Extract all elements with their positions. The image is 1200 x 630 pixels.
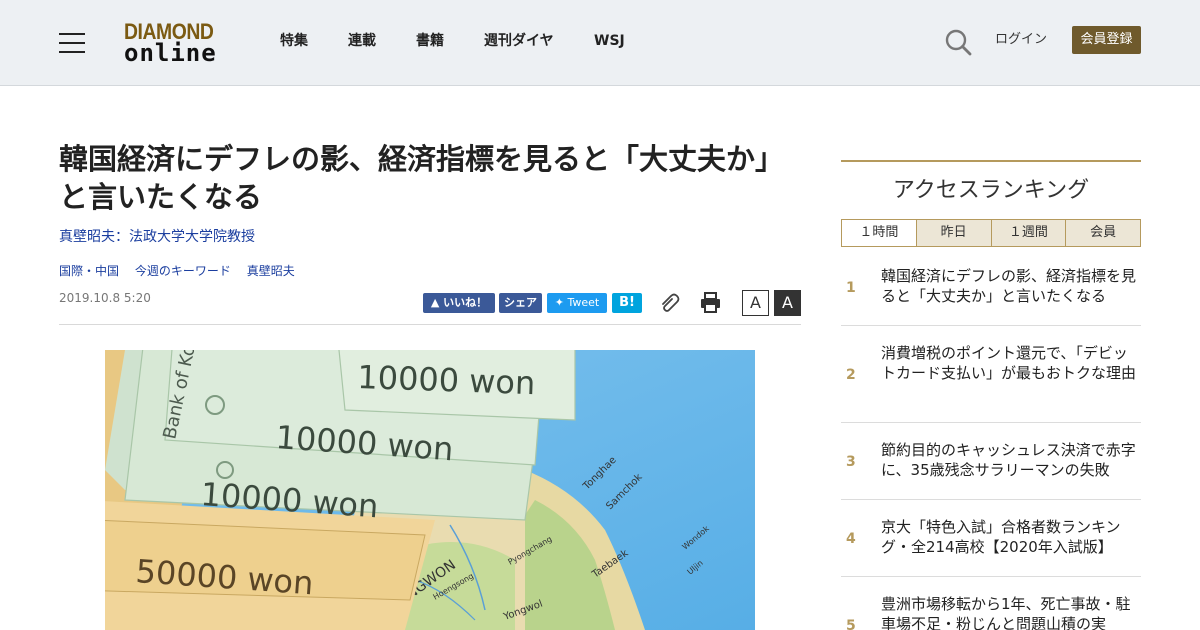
site-header: DIAMOND online 特集 連載 書籍 週刊ダイヤ WSJ ログイン 会… — [0, 0, 1200, 86]
header-divider — [59, 324, 801, 325]
font-size-small-button[interactable]: A — [742, 290, 769, 316]
nav-item-series[interactable]: 連載 — [348, 31, 376, 51]
ranking-item[interactable]: 5 豊洲市場移転から1年、死亡事故・駐車場不足・粉じんと問題山積の実 — [841, 594, 1141, 630]
rank-title[interactable]: 消費増税のポイント還元で、「デビットカード支払い」が最もおトクな理由 — [881, 343, 1141, 383]
article-title: 韓国経済にデフレの影、経済指標を見ると「大丈夫か」と言いたくなる — [59, 142, 770, 214]
ranking-tabs: １時間 昨日 １週間 会員 — [841, 219, 1141, 247]
ranking-title: アクセスランキング — [892, 178, 1090, 203]
article-hero-image: Tonghae Samchok KANGWON Taebaek Yongwol … — [105, 350, 755, 630]
article-date: 2019.10.8 5:20 — [59, 291, 151, 305]
ranking-item[interactable]: 1 韓国経済にデフレの影、経済指標を見ると「大丈夫か」と言いたくなる — [841, 266, 1141, 326]
rank-title[interactable]: 節約目的のキャッシュレス決済で赤字に、35歳残念サラリーマンの失敗 — [881, 440, 1141, 480]
tag-link[interactable]: 今週のキーワード — [135, 264, 231, 278]
banknote-text: 10000 won — [357, 358, 536, 402]
login-link[interactable]: ログイン — [995, 31, 1047, 49]
facebook-share-button[interactable]: シェア — [499, 293, 542, 313]
rank-divider — [841, 422, 1141, 423]
nav-item-books[interactable]: 書籍 — [416, 31, 444, 51]
nav-item-features[interactable]: 特集 — [280, 31, 308, 51]
ranking-top-border — [841, 160, 1141, 162]
tab-1-hour[interactable]: １時間 — [842, 220, 916, 246]
search-icon[interactable] — [944, 28, 972, 56]
nav-item-wsj[interactable]: WSJ — [594, 31, 625, 51]
nav-item-weekly-diamond[interactable]: 週刊ダイヤ — [484, 31, 554, 51]
tag-link[interactable]: 国際・中国 — [59, 264, 119, 278]
rank-title[interactable]: 京大「特色入試」合格者数ランキング・全214高校【2020年入試版】 — [881, 517, 1141, 557]
tab-1-week[interactable]: １週間 — [990, 220, 1066, 246]
facebook-like-button[interactable]: ▲ いいね！ — [423, 293, 495, 313]
rank-divider — [841, 576, 1141, 577]
rank-number: 2 — [846, 367, 856, 383]
menu-icon[interactable] — [59, 33, 85, 53]
tab-members[interactable]: 会員 — [1065, 220, 1140, 246]
rank-number: 4 — [846, 531, 856, 547]
tweet-label: Tweet — [567, 296, 600, 309]
article-tags: 国際・中国 今週のキーワード 真壁昭夫 — [59, 263, 307, 279]
tag-link[interactable]: 真壁昭夫 — [247, 264, 295, 278]
thumbs-up-icon: ▲ — [430, 296, 440, 309]
site-logo[interactable]: DIAMOND online — [124, 20, 228, 67]
rank-number: 3 — [846, 454, 856, 470]
font-size-large-button[interactable]: A — [774, 290, 801, 316]
ranking-item[interactable]: 3 節約目的のキャッシュレス決済で赤字に、35歳残念サラリーマンの失敗 — [841, 440, 1141, 500]
article-author[interactable]: 真壁昭夫：法政大学大学院教授 — [59, 228, 255, 246]
rank-divider — [841, 325, 1141, 326]
ranking-item[interactable]: 4 京大「特色入試」合格者数ランキング・全214高校【2020年入試版】 — [841, 517, 1141, 577]
like-label: いいね！ — [443, 296, 488, 309]
tab-yesterday[interactable]: 昨日 — [915, 220, 991, 246]
twitter-bird-icon: ✦ — [554, 296, 564, 309]
hatena-bookmark-button[interactable]: B! — [612, 293, 642, 313]
tweet-button[interactable]: ✦ Tweet — [547, 293, 607, 313]
ranking-item[interactable]: 2 消費増税のポイント還元で、「デビットカード支払い」が最もおトクな理由 — [841, 343, 1141, 423]
paperclip-icon[interactable] — [659, 292, 681, 312]
rank-number: 1 — [846, 280, 856, 296]
rank-divider — [841, 499, 1141, 500]
print-icon[interactable] — [700, 292, 721, 313]
rank-number: 5 — [846, 618, 856, 630]
logo-bottom-text: online — [124, 39, 217, 67]
rank-title[interactable]: 豊洲市場移転から1年、死亡事故・駐車場不足・粉じんと問題山積の実 — [881, 594, 1141, 630]
register-button[interactable]: 会員登録 — [1072, 26, 1141, 54]
rank-title[interactable]: 韓国経済にデフレの影、経済指標を見ると「大丈夫か」と言いたくなる — [881, 266, 1141, 306]
